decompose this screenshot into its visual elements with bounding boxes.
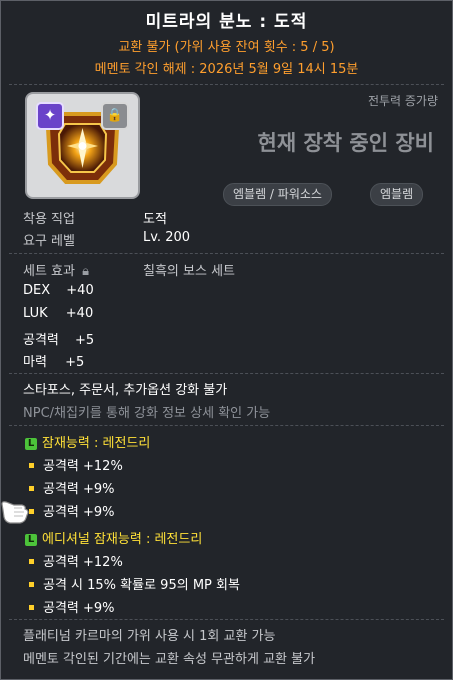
additional-line-text: 공격 시 15% 확률로 95의 MP 회복 (43, 578, 240, 593)
divider (9, 619, 444, 620)
category-tag: 엠블렘 / 파워소스 (223, 183, 332, 206)
stat-value: +5 (75, 333, 95, 348)
npc-note-label: NPC/채집키를 통해 강화 정보 상세 확인 가능 (23, 406, 271, 421)
additional-potential-line: 공격 시 15% 확률로 95의 MP 회복 (29, 574, 240, 593)
trade-info: 교환 불가 (가위 사용 잔여 횟수 : 5 / 5) (118, 40, 335, 55)
set-effect-value: 칠흑의 보스 세트 (143, 264, 235, 279)
divider (9, 373, 444, 374)
divider (9, 84, 444, 85)
star-icon: ✦ (36, 102, 64, 130)
bullet-icon (29, 582, 34, 587)
stat-row: 공격력 +5 (23, 329, 94, 348)
stat-row: DEX +40 (23, 283, 94, 298)
divider (9, 253, 444, 254)
footer-note-text: 플래티넘 카르마의 가위 사용 시 1회 교환 가능 (23, 629, 276, 644)
potential-line: 공격력 +12% (29, 455, 123, 474)
hand-cursor-icon (1, 501, 29, 524)
req-job-value: 도적 (143, 212, 167, 227)
stat-value: +40 (66, 283, 94, 298)
req-job-label: 착용 직업 (23, 212, 75, 227)
req-level-row: 요구 레벨 (23, 230, 75, 249)
stat-value: +40 (65, 306, 94, 321)
stat-name: DEX (23, 283, 51, 298)
stat-row: LUK +40 (23, 306, 93, 321)
set-effect-row: 세트 효과 🔒︎ (23, 260, 89, 279)
equipped-label: 현재 장착 중인 장비 (257, 131, 435, 155)
req-level-value-wrap: Lv. 200 (143, 230, 190, 245)
additional-potential-line: 공격력 +9% (29, 597, 115, 616)
bullet-icon (29, 605, 34, 610)
potential-title: 잠재능력 : 레전드리 (42, 436, 151, 451)
req-job-value-wrap: 도적 (143, 208, 167, 227)
item-title: 미트라의 분노 : 도적 (145, 12, 308, 32)
additional-potential-header: L 에디셔널 잠재능력 : 레전드리 (25, 528, 202, 547)
item-icon-frame: ✦ 🔒 (25, 92, 140, 199)
potential-line: 공격력 +9% (29, 478, 115, 497)
additional-potential-title: 에디셔널 잠재능력 : 레전드리 (42, 532, 203, 547)
set-effect-label: 세트 효과 (23, 264, 75, 279)
stat-name: 마력 (23, 355, 47, 370)
no-enhance-label: 스타포스, 주문서, 추가옵션 강화 불가 (23, 383, 228, 398)
footer-note-text: 메멘토 각인된 기간에는 교환 속성 무관하게 교환 불가 (23, 652, 316, 667)
potential-line: 공격력 +9% (29, 501, 115, 520)
additional-line-text: 공격력 +12% (43, 555, 123, 570)
stat-row: 마력 +5 (23, 351, 84, 370)
stat-name: 공격력 (23, 333, 59, 348)
legendary-icon: L (25, 438, 37, 450)
lock-icon: 🔒 (101, 102, 129, 130)
item-tooltip: 미트라의 분노 : 도적 교환 불가 (가위 사용 잔여 횟수 : 5 / 5)… (0, 0, 453, 680)
stat-name: LUK (23, 306, 48, 321)
set-lock-icon: 🔒︎ (82, 264, 90, 279)
divider (9, 425, 444, 426)
potential-line-text: 공격력 +9% (43, 505, 115, 520)
type-tag: 엠블렘 (370, 183, 424, 206)
footer-note: 메멘토 각인된 기간에는 교환 속성 무관하게 교환 불가 (23, 648, 315, 667)
bullet-icon (29, 559, 34, 564)
legendary-icon: L (25, 534, 37, 546)
req-job-row: 착용 직업 (23, 208, 75, 227)
no-enhance-text: 스타포스, 주문서, 추가옵션 강화 불가 (23, 379, 227, 398)
set-effect-value-wrap: 칠흑의 보스 세트 (143, 260, 235, 279)
npc-note-text: NPC/채집키를 통해 강화 정보 상세 확인 가능 (23, 402, 270, 421)
potential-line-text: 공격력 +12% (43, 459, 123, 474)
footer-note: 플래티넘 카르마의 가위 사용 시 1회 교환 가능 (23, 625, 275, 644)
additional-line-text: 공격력 +9% (43, 601, 115, 616)
bullet-icon (29, 463, 34, 468)
bullet-icon (29, 486, 34, 491)
potential-line-text: 공격력 +9% (43, 482, 115, 497)
additional-potential-line: 공격력 +12% (29, 551, 123, 570)
memento-info: 메멘토 각인 해제 : 2026년 5월 9일 14시 15분 (94, 62, 359, 77)
potential-header: L 잠재능력 : 레전드리 (25, 432, 150, 451)
req-level-value: Lv. 200 (143, 230, 191, 245)
combat-power-label: 전투력 증가량 (367, 94, 438, 108)
stat-value: +5 (65, 355, 85, 370)
req-level-label: 요구 레벨 (23, 234, 75, 249)
